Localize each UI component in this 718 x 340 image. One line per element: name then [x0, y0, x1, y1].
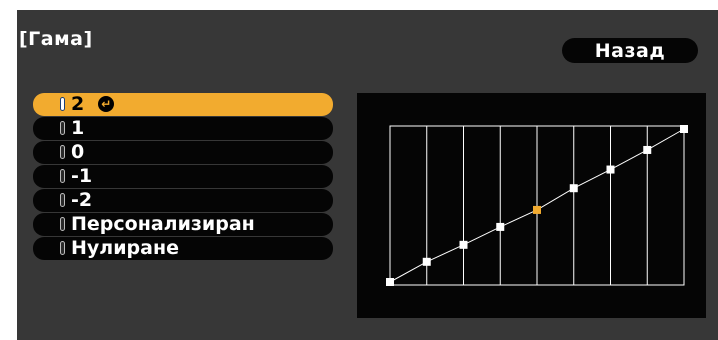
- curve-point: [680, 125, 688, 133]
- cursor-marker-icon: [60, 145, 65, 159]
- cursor-marker-icon: [60, 97, 65, 111]
- curve-point: [422, 257, 431, 266]
- option-customized[interactable]: Персонализиран: [33, 213, 333, 236]
- gamma-curve-svg: [386, 125, 688, 286]
- cursor-marker-icon: [60, 121, 65, 135]
- gamma-curve-graph: [357, 93, 706, 318]
- option-label: 0: [71, 141, 85, 164]
- cursor-marker-icon: [60, 241, 65, 255]
- option-1[interactable]: 1: [33, 117, 333, 140]
- gamma-options-list: 2 ↵ 1 0 -1 -2 Персонализиран Нулиране: [33, 93, 333, 261]
- option-label: 1: [71, 117, 85, 140]
- curve-point: [459, 240, 468, 249]
- back-button[interactable]: Назад: [562, 38, 698, 63]
- option-0[interactable]: 0: [33, 141, 333, 164]
- option-minus-1[interactable]: -1: [33, 165, 333, 188]
- option-label: Нулиране: [71, 237, 179, 260]
- option-label: 2: [71, 93, 85, 116]
- option-minus-2[interactable]: -2: [33, 189, 333, 212]
- curve-point: [496, 222, 505, 231]
- panel-title: [Гама]: [19, 28, 93, 50]
- option-reset[interactable]: Нулиране: [33, 237, 333, 260]
- cursor-marker-icon: [60, 193, 65, 207]
- option-label: Персонализиран: [71, 213, 255, 236]
- option-2[interactable]: 2 ↵: [33, 93, 333, 116]
- enter-return-icon: ↵: [98, 96, 115, 113]
- curve-point: [606, 165, 615, 174]
- curve-point: [386, 278, 394, 286]
- option-label: -1: [71, 165, 93, 188]
- cursor-marker-icon: [60, 217, 65, 231]
- option-label: -2: [71, 189, 93, 212]
- curve-point: [643, 145, 652, 154]
- active-curve-point: [533, 205, 541, 214]
- curve-point: [569, 184, 578, 193]
- cursor-marker-icon: [60, 169, 65, 183]
